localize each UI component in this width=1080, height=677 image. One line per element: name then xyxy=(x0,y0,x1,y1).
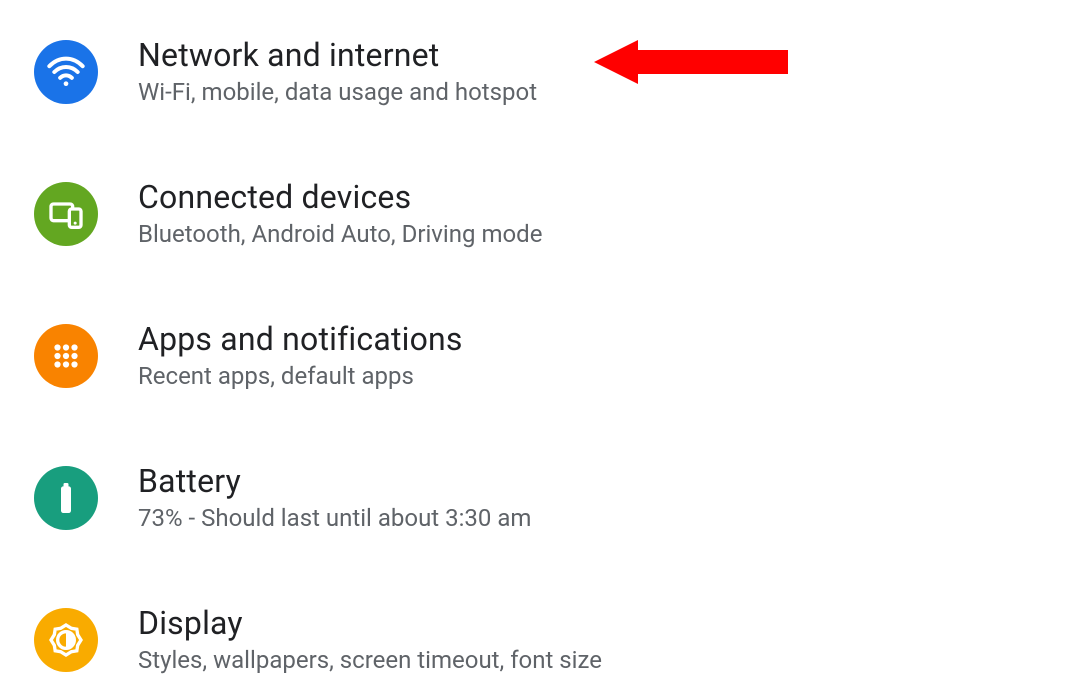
settings-item-subtitle: Styles, wallpapers, screen timeout, font… xyxy=(138,644,602,676)
apps-icon xyxy=(34,324,98,388)
settings-item-title: Apps and notifications xyxy=(138,320,463,358)
settings-item-text: Connected devices Bluetooth, Android Aut… xyxy=(138,178,542,250)
settings-item-title: Connected devices xyxy=(138,178,542,216)
settings-item-title: Battery xyxy=(138,462,531,500)
settings-item-battery[interactable]: Battery 73% - Should last until about 3:… xyxy=(34,462,1080,534)
settings-item-subtitle: Bluetooth, Android Auto, Driving mode xyxy=(138,218,542,250)
settings-item-subtitle: Wi-Fi, mobile, data usage and hotspot xyxy=(138,76,537,108)
settings-item-network-and-internet[interactable]: Network and internet Wi-Fi, mobile, data… xyxy=(34,36,1080,108)
brightness-icon xyxy=(34,608,98,672)
battery-icon xyxy=(34,466,98,530)
settings-item-title: Display xyxy=(138,604,602,642)
settings-item-title: Network and internet xyxy=(138,36,537,74)
settings-list: Network and internet Wi-Fi, mobile, data… xyxy=(0,0,1080,676)
wifi-icon xyxy=(34,40,98,104)
settings-item-text: Network and internet Wi-Fi, mobile, data… xyxy=(138,36,537,108)
settings-item-subtitle: 73% - Should last until about 3:30 am xyxy=(138,502,531,534)
devices-icon xyxy=(34,182,98,246)
settings-item-text: Apps and notifications Recent apps, defa… xyxy=(138,320,463,392)
settings-item-text: Battery 73% - Should last until about 3:… xyxy=(138,462,531,534)
settings-item-apps-and-notifications[interactable]: Apps and notifications Recent apps, defa… xyxy=(34,320,1080,392)
settings-item-connected-devices[interactable]: Connected devices Bluetooth, Android Aut… xyxy=(34,178,1080,250)
settings-item-subtitle: Recent apps, default apps xyxy=(138,360,463,392)
settings-item-display[interactable]: Display Styles, wallpapers, screen timeo… xyxy=(34,604,1080,676)
settings-item-text: Display Styles, wallpapers, screen timeo… xyxy=(138,604,602,676)
